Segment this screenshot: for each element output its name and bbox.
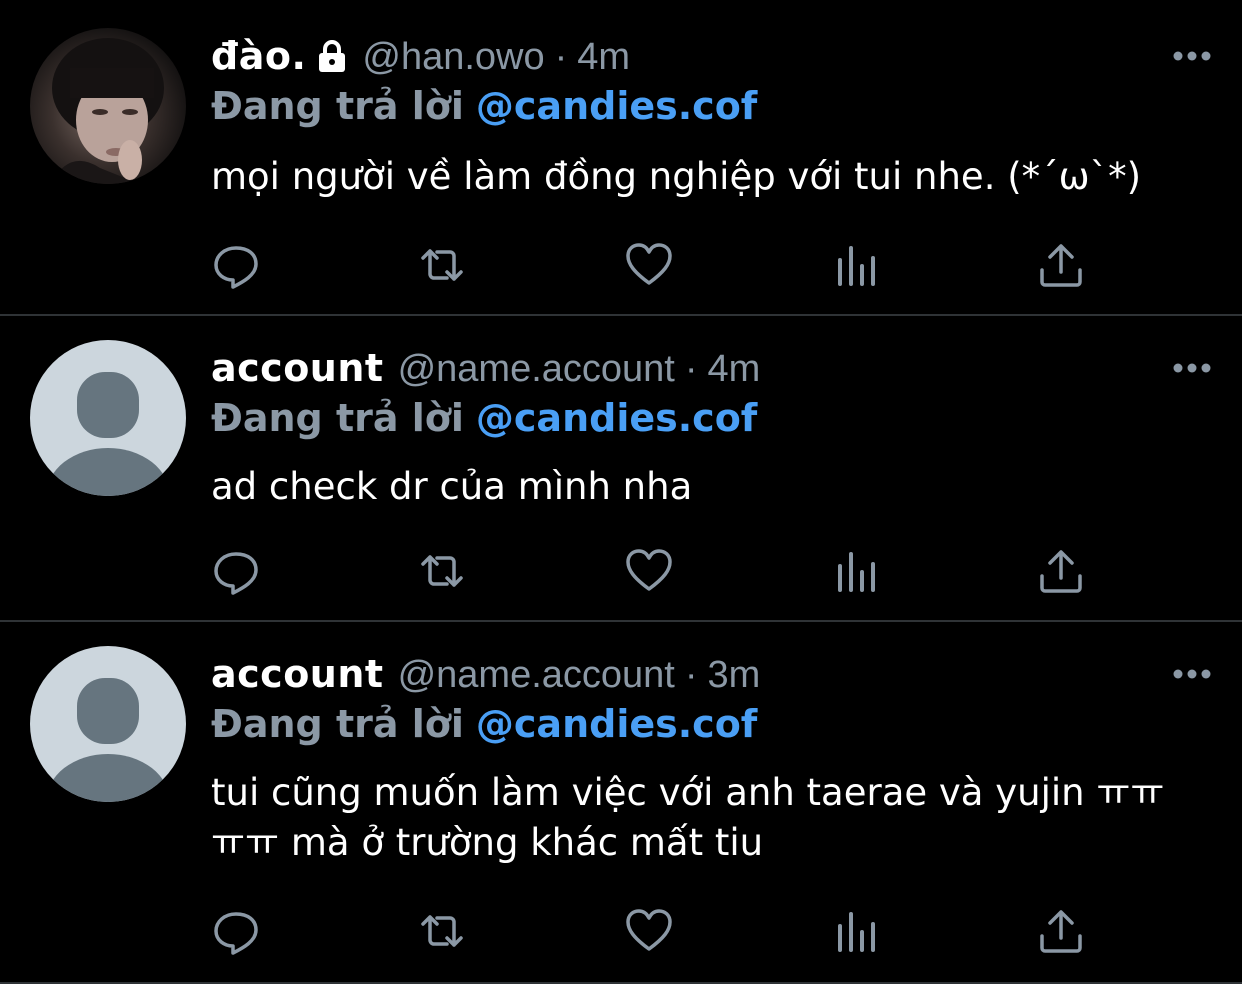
timestamp[interactable]: 4m [708,348,761,391]
avatar-photo [50,38,164,184]
tweet[interactable]: account @name.account · 3m Đang trả lời @… [0,622,1242,984]
tweet[interactable]: account @name.account · 4m Đang trả lời @… [0,316,1242,622]
retweet-icon[interactable] [417,546,467,596]
more-icon[interactable] [1172,50,1212,62]
action-bar [212,546,1092,596]
mention-link[interactable]: @candies.cof [476,84,757,128]
heart-icon[interactable] [624,906,674,956]
share-icon[interactable] [1036,240,1086,290]
display-name[interactable]: account [211,346,384,390]
reply-icon[interactable] [212,546,262,596]
more-icon[interactable] [1172,362,1212,374]
separator-dot: · [554,36,568,78]
display-name[interactable]: đào. [211,34,306,78]
avatar[interactable] [30,28,186,184]
handle[interactable]: @han.owo [362,36,544,79]
handle[interactable]: @name.account [398,348,675,391]
more-icon[interactable] [1172,668,1212,680]
avatar[interactable] [30,340,186,496]
replying-to: Đang trả lời @candies.cof [211,84,757,134]
tweet-header: account @name.account · 4m [211,346,760,396]
tweet[interactable]: đào. @han.owo · 4m Đang trả lời @candies.… [0,0,1242,316]
timestamp[interactable]: 3m [708,654,761,697]
lock-icon [316,39,348,83]
views-icon[interactable] [832,906,882,956]
retweet-icon[interactable] [417,906,467,956]
tweet-feed: đào. @han.owo · 4m Đang trả lời @candies.… [0,0,1242,984]
action-bar [212,240,1092,290]
timestamp[interactable]: 4m [577,36,630,79]
replying-to: Đang trả lời @candies.cof [211,702,757,752]
default-avatar-icon [46,372,170,496]
handle[interactable]: @name.account [398,654,675,697]
separator-dot: · [684,348,698,390]
tweet-header: đào. @han.owo · 4m [211,34,630,84]
share-icon[interactable] [1036,546,1086,596]
tweet-text: tui cũng muốn làm việc với anh taerae và… [211,771,1165,864]
action-bar [212,906,1092,956]
tweet-header: account @name.account · 3m [211,652,760,702]
views-icon[interactable] [832,240,882,290]
reply-icon[interactable] [212,240,262,290]
replying-to-label: Đang trả lời [211,396,464,440]
mention-link[interactable]: @candies.cof [476,396,757,440]
heart-icon[interactable] [624,240,674,290]
mention-link[interactable]: @candies.cof [476,702,757,746]
tweet-text: ad check dr của mình nha [211,465,693,508]
retweet-icon[interactable] [417,240,467,290]
tweet-text: mọi người về làm đồng nghiệp với tui nhe… [211,155,1142,198]
heart-icon[interactable] [624,546,674,596]
views-icon[interactable] [832,546,882,596]
display-name[interactable]: account [211,652,384,696]
separator-dot: · [684,654,698,696]
avatar[interactable] [30,646,186,802]
replying-to-label: Đang trả lời [211,702,464,746]
reply-icon[interactable] [212,906,262,956]
default-avatar-icon [46,678,170,802]
replying-to-label: Đang trả lời [211,84,464,128]
share-icon[interactable] [1036,906,1086,956]
replying-to: Đang trả lời @candies.cof [211,396,757,446]
